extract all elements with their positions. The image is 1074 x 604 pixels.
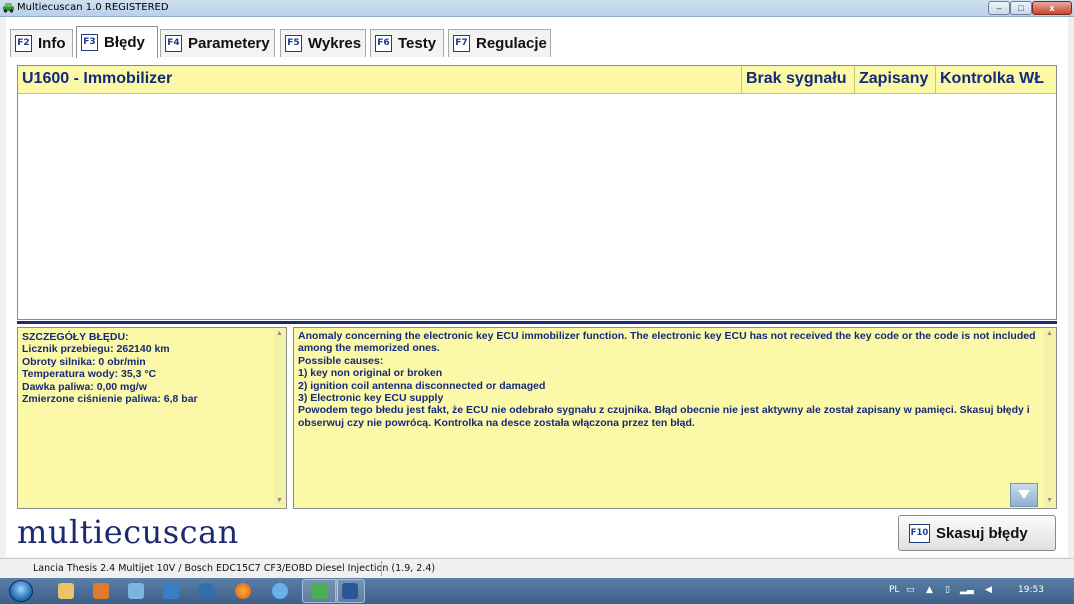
cloud-icon[interactable] xyxy=(198,583,214,599)
explorer-icon[interactable] xyxy=(58,583,74,599)
paint-icon[interactable] xyxy=(128,583,144,599)
scroll-down-icon: ▼ xyxy=(1046,497,1053,504)
minimize-button[interactable]: – xyxy=(988,1,1010,15)
start-button[interactable] xyxy=(9,580,33,602)
tab-bledy[interactable]: F3 Błędy xyxy=(76,26,158,58)
close-button[interactable]: x xyxy=(1032,1,1072,15)
details-heading: SZCZEGÓŁY BŁĘDU: xyxy=(22,331,129,343)
description-explanation: Powodem tego błedu jest fakt, że ECU nie… xyxy=(298,404,1030,429)
media-icon[interactable] xyxy=(93,583,109,599)
f5-key-icon: F5 xyxy=(285,35,302,52)
clock[interactable]: 19:53 xyxy=(1018,585,1044,595)
tab-regulacje-label: Regulacje xyxy=(476,35,547,52)
description-cause-1: 1) key non original or broken xyxy=(298,367,443,380)
details-engine-rpm: Obroty silnika: 0 obr/min xyxy=(22,355,146,368)
tab-bledy-label: Błędy xyxy=(104,34,145,51)
ie-icon[interactable] xyxy=(163,583,179,599)
volume-icon[interactable]: ◀ xyxy=(985,585,992,595)
description-cause-2: 2) ignition coil antenna disconnected or… xyxy=(298,379,546,392)
tab-wykres-label: Wykres xyxy=(308,35,362,52)
f3-key-icon: F3 xyxy=(81,34,98,51)
tab-wykres[interactable]: F5 Wykres xyxy=(280,29,366,57)
multiecuscan-icon xyxy=(312,583,328,599)
f6-key-icon: F6 xyxy=(375,35,392,52)
vehicle-status: Lancia Thesis 2.4 Multijet 10V / Bosch E… xyxy=(33,563,436,574)
windows-taskbar: PL ▭ ▲ ▯ ▂▃ ◀ 19:53 xyxy=(0,578,1074,604)
tab-testy[interactable]: F6 Testy xyxy=(370,29,444,57)
tab-parametery-label: Parametery xyxy=(188,35,270,52)
details-fuel-dose: Dawka paliwa: 0,00 mg/w xyxy=(22,380,147,393)
show-hidden-icons-icon[interactable]: ▲ xyxy=(926,585,933,595)
scroll-up-icon: ▲ xyxy=(1046,330,1053,337)
maximize-button[interactable]: □ xyxy=(1010,1,1032,15)
f7-key-icon: F7 xyxy=(453,35,470,52)
error-code: U1600 - Immobilizer xyxy=(22,70,173,87)
firefox-icon[interactable] xyxy=(235,583,251,599)
tab-info[interactable]: F2 Info xyxy=(10,29,73,57)
description-causes-heading: Possible causes: xyxy=(298,354,384,367)
tab-info-label: Info xyxy=(38,35,66,52)
description-scrollbar[interactable]: ▲ ▼ xyxy=(1044,329,1056,507)
ie-alt-icon[interactable] xyxy=(272,583,288,599)
f10-key-icon: F10 xyxy=(909,523,930,543)
tab-parametery[interactable]: F4 Parametery xyxy=(160,29,275,57)
details-mileage: Licznik przebiegu: 262140 km xyxy=(22,343,170,356)
clear-errors-label: Skasuj błędy xyxy=(936,524,1028,542)
scroll-down-icon: ▼ xyxy=(276,497,283,504)
description-cause-3: 3) Electronic key ECU supply xyxy=(298,392,444,405)
multiecuscan-taskbar-button[interactable] xyxy=(302,579,338,603)
battery-icon[interactable]: ▯ xyxy=(945,585,950,595)
language-indicator[interactable]: PL xyxy=(889,585,899,595)
error-description-panel[interactable]: Anomaly concerning the electronic key EC… xyxy=(293,327,1057,509)
details-scrollbar[interactable]: ▲ ▼ xyxy=(274,329,286,507)
keyboard-icon[interactable]: ▭ xyxy=(906,585,915,595)
window-title: Multiecuscan 1.0 REGISTERED xyxy=(17,2,169,13)
description-anomaly: Anomaly concerning the electronic key EC… xyxy=(298,330,1036,355)
details-water-temp: Temperatura wody: 35,3 °C xyxy=(22,368,157,381)
error-row[interactable]: U1600 - Immobilizer Brak sygnału Zapisan… xyxy=(18,66,1056,94)
f2-key-icon: F2 xyxy=(15,35,32,52)
word-icon xyxy=(342,583,358,599)
tab-testy-label: Testy xyxy=(398,35,437,52)
scroll-up-icon: ▲ xyxy=(276,330,283,337)
error-lamp-status: Kontrolka WŁ xyxy=(935,66,1056,93)
clear-errors-button[interactable]: F10 Skasuj błędy xyxy=(898,515,1056,551)
tab-regulacje[interactable]: F7 Regulacje xyxy=(448,29,551,57)
scroll-to-end-button[interactable] xyxy=(1010,483,1038,507)
error-stored-status: Zapisany xyxy=(854,66,934,93)
multiecuscan-logo: multiecuscan xyxy=(17,513,239,551)
error-details-panel[interactable]: SZCZEGÓŁY BŁĘDU: Licznik przebiegu: 2621… xyxy=(17,327,287,509)
error-list: U1600 - Immobilizer Brak sygnału Zapisan… xyxy=(17,65,1057,320)
section-divider xyxy=(17,321,1057,324)
window-title-bar: Multiecuscan 1.0 REGISTERED – □ x xyxy=(0,0,1074,17)
error-signal-status: Brak sygnału xyxy=(741,66,853,93)
details-fuel-pressure: Zmierzone ciśnienie paliwa: 6,8 bar xyxy=(22,393,198,406)
f4-key-icon: F4 xyxy=(165,35,182,52)
signal-icon[interactable]: ▂▃ xyxy=(960,585,974,595)
car-app-icon xyxy=(3,3,14,13)
status-separator xyxy=(381,561,382,576)
status-bar: Lancia Thesis 2.4 Multijet 10V / Bosch E… xyxy=(0,558,1074,579)
word-taskbar-button[interactable] xyxy=(335,579,365,603)
